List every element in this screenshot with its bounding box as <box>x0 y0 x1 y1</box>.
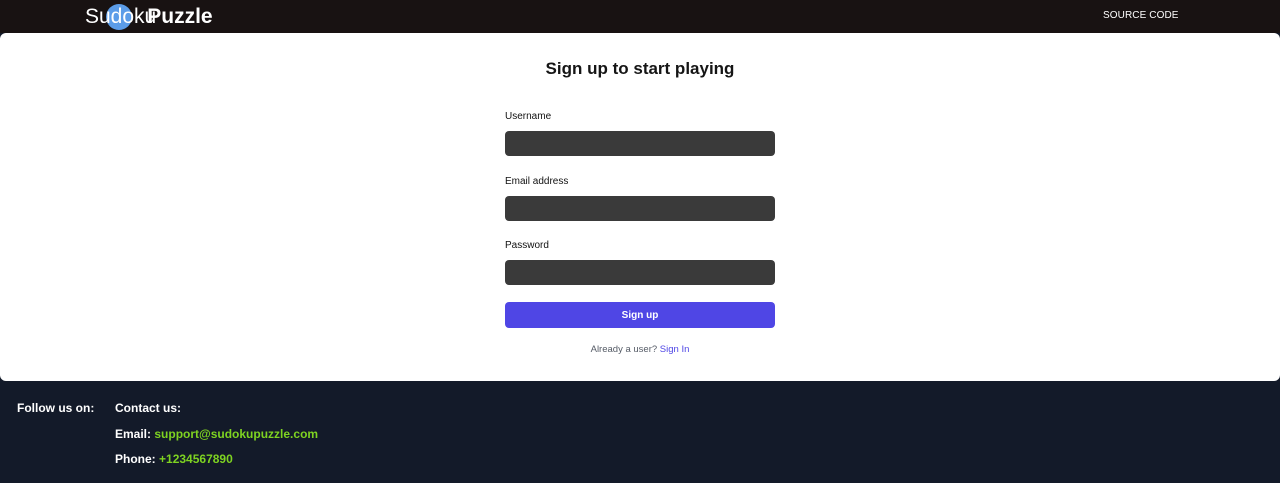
top-navbar: SudokuPuzzle SOURCE CODE <box>0 0 1280 33</box>
signup-panel: Sign up to start playing Username Email … <box>0 33 1280 381</box>
password-input[interactable] <box>505 260 775 285</box>
footer-email-row: Email: support@sudokupuzzle.com <box>115 427 318 441</box>
sign-in-prompt: Already a user? Sign In <box>0 344 1280 355</box>
follow-us-label: Follow us on: <box>17 401 95 415</box>
logo-text-sudoku: Sudoku <box>85 5 157 28</box>
site-logo[interactable]: SudokuPuzzle <box>85 3 213 31</box>
sign-in-link[interactable]: Sign In <box>660 344 690 355</box>
contact-us-heading: Contact us: <box>115 401 181 415</box>
password-label: Password <box>505 240 549 251</box>
existing-user-text: Already a user? <box>590 344 658 355</box>
page-title: Sign up to start playing <box>545 59 735 78</box>
username-label: Username <box>505 111 552 122</box>
footer-email-label: Email: <box>115 427 152 441</box>
email-input[interactable] <box>505 196 775 221</box>
footer-phone-label: Phone: <box>115 452 156 466</box>
logo-text-puzzle: Puzzle <box>147 5 213 28</box>
source-code-link[interactable]: SOURCE CODE <box>1103 10 1179 21</box>
username-input[interactable] <box>505 131 775 156</box>
email-label: Email address <box>505 176 569 187</box>
footer-phone-link[interactable]: +1234567890 <box>159 452 233 466</box>
footer-email-link[interactable]: support@sudokupuzzle.com <box>154 427 318 441</box>
footer-phone-row: Phone: +1234567890 <box>115 452 233 466</box>
sign-up-button[interactable]: Sign up <box>505 302 775 328</box>
